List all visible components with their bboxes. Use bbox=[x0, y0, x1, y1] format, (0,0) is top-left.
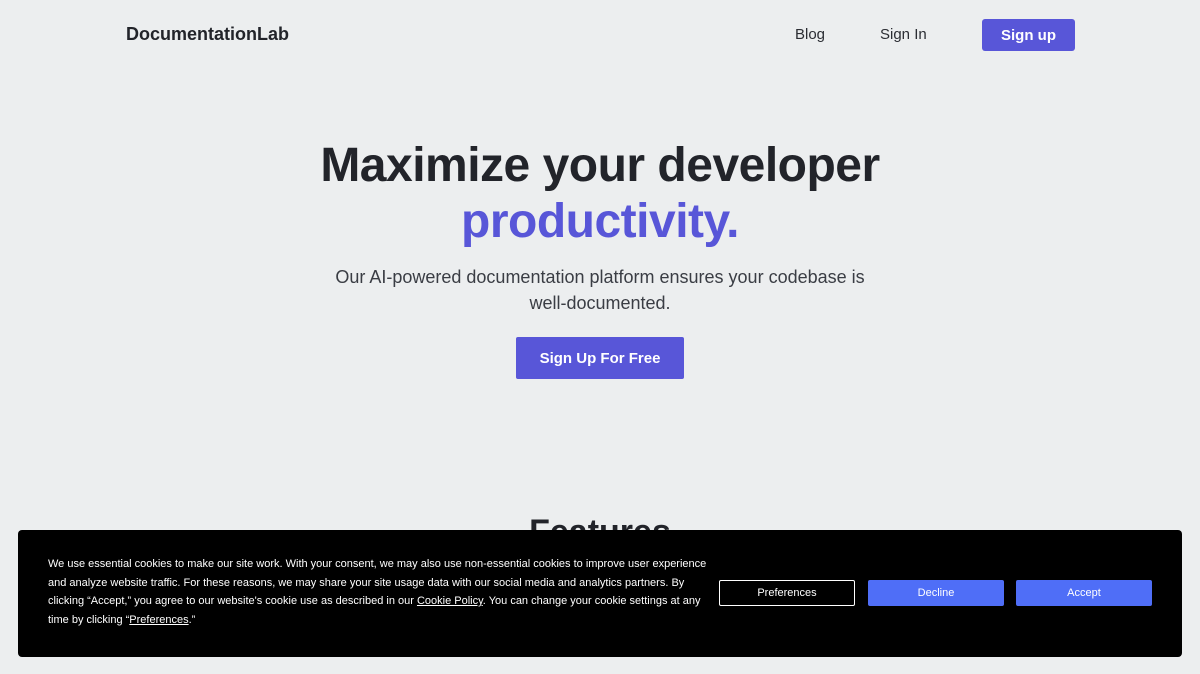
brand-logo[interactable]: DocumentationLab bbox=[126, 24, 289, 45]
hero-title-accent: productivity. bbox=[461, 195, 739, 248]
cookie-preferences-button[interactable]: Preferences bbox=[719, 580, 855, 606]
nav-sign-in-link[interactable]: Sign In bbox=[880, 26, 927, 43]
cookie-policy-link[interactable]: Cookie Policy bbox=[417, 595, 483, 607]
hero-section: Maximize your developer productivity. Ou… bbox=[0, 138, 1200, 316]
nav-sign-up-button[interactable]: Sign up bbox=[982, 19, 1075, 51]
cookie-text-part: .” bbox=[188, 613, 196, 626]
sign-up-free-button[interactable]: Sign Up For Free bbox=[516, 337, 684, 379]
hero-subtitle: Our AI-powered documentation platform en… bbox=[335, 267, 865, 313]
hero-title-line: Maximize your developer bbox=[320, 139, 880, 192]
cookie-consent-banner: We use essential cookies to make our sit… bbox=[18, 530, 1182, 657]
cookie-consent-text: We use essential cookies to make our sit… bbox=[48, 555, 708, 629]
hero-title: Maximize your developer productivity. bbox=[0, 138, 1200, 250]
preferences-link[interactable]: Preferences bbox=[129, 614, 188, 626]
cookie-accept-button[interactable]: Accept bbox=[1016, 580, 1152, 606]
top-navigation: DocumentationLab Blog Sign In Sign up bbox=[0, 0, 1200, 70]
nav-blog-link[interactable]: Blog bbox=[795, 26, 825, 43]
cookie-decline-button[interactable]: Decline bbox=[868, 580, 1004, 606]
